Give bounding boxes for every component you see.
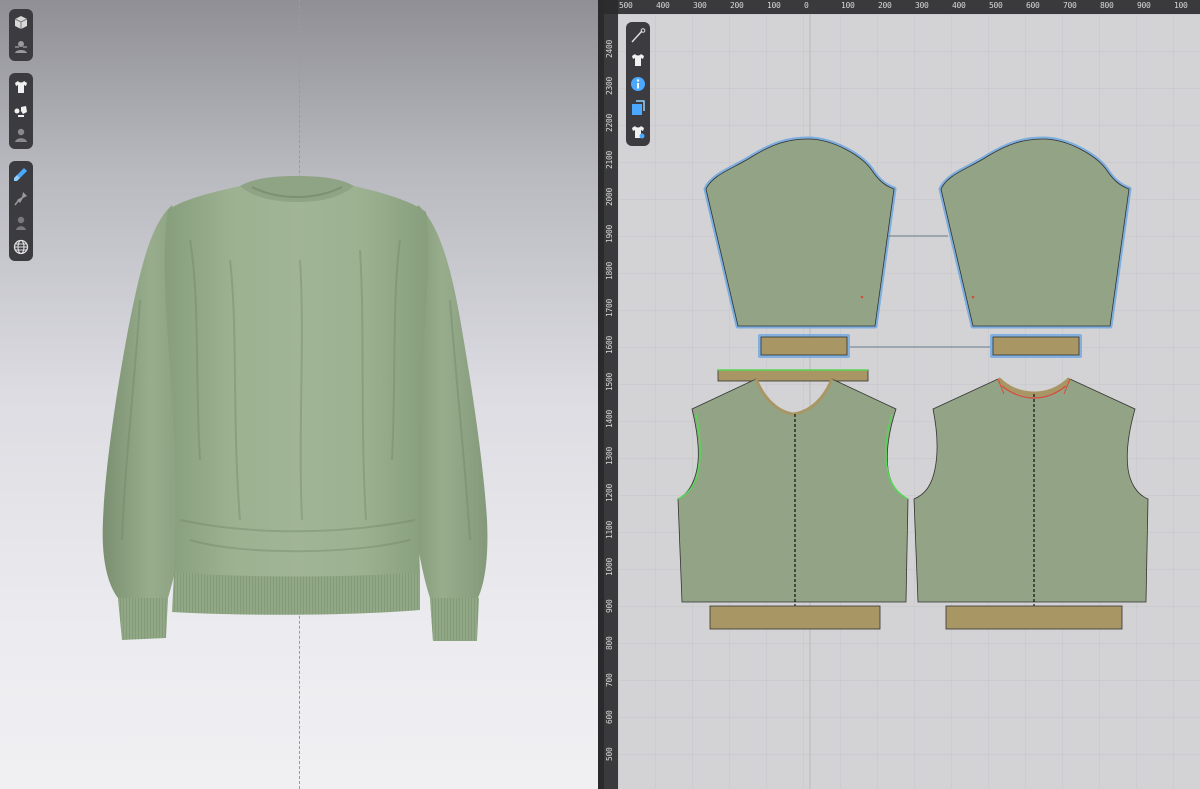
ruler-left-label: 1200	[605, 483, 614, 502]
ruler-top-label: 200	[878, 1, 892, 10]
ruler-top-label: 600	[1026, 1, 1040, 10]
2d-view-toolbar	[626, 22, 650, 146]
ruler-top-label: 500	[619, 1, 633, 10]
pattern-canvas[interactable]	[618, 14, 1200, 789]
ruler-left-label: 2300	[605, 76, 614, 95]
ruler-top-label: 100	[1174, 1, 1188, 10]
left-cuff	[118, 598, 168, 640]
ruler-left-label: 500	[605, 747, 614, 761]
edit-curve-icon[interactable]	[626, 25, 650, 47]
ruler-left-label: 1500	[605, 372, 614, 391]
pattern-back-body[interactable]	[677, 378, 909, 629]
sweatshirt-body	[164, 186, 429, 579]
right-cuff	[430, 598, 479, 641]
pattern-front-body[interactable]	[913, 377, 1149, 629]
ruler-top-label: 700	[1063, 1, 1077, 10]
avatar-icon[interactable]	[9, 124, 33, 146]
ruler-vertical: 2400 2300 2200 2100 2000 1900 1800 1700 1600 1500…	[604, 0, 618, 789]
texture-sheet-icon[interactable]	[626, 97, 650, 119]
ruler-corner	[604, 0, 618, 14]
pattern-cuff-right[interactable]	[990, 334, 1082, 358]
ruler-left-label: 1000	[605, 557, 614, 576]
3d-viewport[interactable]	[0, 0, 598, 789]
ruler-top-label: 100	[841, 1, 855, 10]
pattern-neck-binding[interactable]	[717, 369, 869, 382]
avatar-silhouette-icon[interactable]	[9, 212, 33, 234]
ruler-left-label: 1100	[605, 520, 614, 539]
hem-band-3d	[172, 572, 420, 615]
pattern-hem-band-front[interactable]	[945, 605, 1123, 630]
tshirt-settings-icon[interactable]	[626, 121, 650, 143]
ruler-top-label: 0	[804, 1, 809, 10]
ruler-left-label: 1700	[605, 298, 614, 317]
tshirt-icon[interactable]	[9, 76, 33, 98]
3d-view-toolbar-group-1	[9, 9, 33, 61]
ruler-left-label: 600	[605, 710, 614, 724]
ruler-left-label: 1600	[605, 335, 614, 354]
ruler-left-label: 1300	[605, 446, 614, 465]
ruler-top-label: 400	[952, 1, 966, 10]
globe-icon[interactable]	[9, 236, 33, 258]
clo-3d-app: 500 400 300 200 100 0 100 200 300 400 500 600 700 800…	[0, 0, 1200, 789]
ruler-left-label: 1400	[605, 409, 614, 428]
ruler-top-label: 800	[1100, 1, 1114, 10]
ruler-left-label: 2000	[605, 187, 614, 206]
3d-view-toolbar-group-2	[9, 73, 33, 149]
pattern-cuff-left[interactable]	[758, 334, 850, 358]
tshirt-icon[interactable]	[626, 49, 650, 71]
ruler-left-label: 700	[605, 673, 614, 687]
sweatshirt-3d-model[interactable]	[0, 0, 598, 789]
pattern-sleeve-right[interactable]	[938, 136, 1132, 329]
3d-view-toolbar-group-3	[9, 161, 33, 261]
ruler-left-label: 2200	[605, 113, 614, 132]
avatar-pose-icon[interactable]	[9, 36, 33, 58]
ruler-left-label: 1900	[605, 224, 614, 243]
pin-icon[interactable]	[9, 188, 33, 210]
texture-brush-icon[interactable]	[9, 164, 33, 186]
ruler-top-label: 200	[730, 1, 744, 10]
ruler-left-label: 1800	[605, 261, 614, 280]
fitting-icon[interactable]	[9, 100, 33, 122]
ruler-left-label: 800	[605, 636, 614, 650]
ruler-left-label: 900	[605, 599, 614, 613]
cube-view-icon[interactable]	[9, 12, 33, 34]
ruler-top-label: 300	[915, 1, 929, 10]
ruler-top-label: 400	[656, 1, 670, 10]
info-icon[interactable]	[626, 73, 650, 95]
ruler-horizontal: 500 400 300 200 100 0 100 200 300 400 500 600 700 800…	[618, 0, 1200, 14]
ruler-left-label: 2400	[605, 39, 614, 58]
pattern-sleeve-left[interactable]	[703, 136, 897, 329]
2d-pattern-window[interactable]: 500 400 300 200 100 0 100 200 300 400 500 600 700 800…	[604, 0, 1200, 789]
pattern-hem-band-back[interactable]	[709, 605, 881, 630]
ruler-top-label: 100	[767, 1, 781, 10]
ruler-top-label: 300	[693, 1, 707, 10]
ruler-left-label: 2100	[605, 150, 614, 169]
ruler-top-label: 900	[1137, 1, 1151, 10]
ruler-top-label: 500	[989, 1, 1003, 10]
